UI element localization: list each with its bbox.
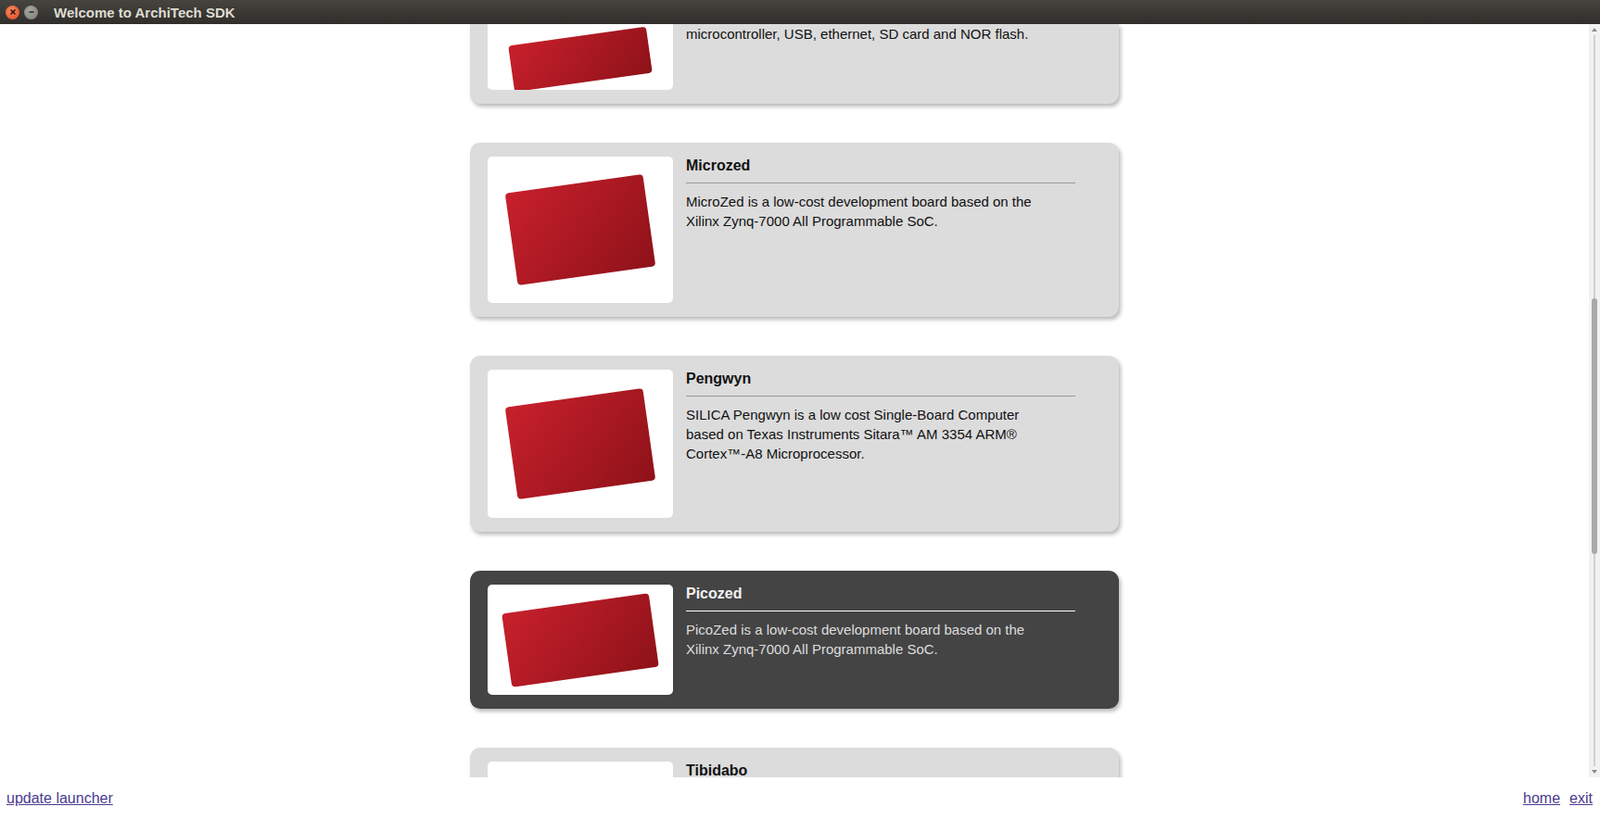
board-card[interactable]: microcontroller, USB, ethernet, SD card …	[469, 24, 1119, 104]
board-card[interactable]: Pengwyn SILICA Pengwyn is a low cost Sing…	[469, 355, 1119, 533]
board-list: microcontroller, USB, ethernet, SD card …	[0, 24, 1589, 778]
footer-link[interactable]: home	[1523, 790, 1561, 808]
launcher-window: Welcome to ArchiTech SDK microcontroller,…	[0, 0, 1600, 819]
board-name: Tibidabo	[685, 761, 1076, 778]
board-description: SILICA Pengwyn is a low cost Single-Boar…	[685, 405, 1076, 464]
board-description: PicoZed is a low-cost development board …	[685, 620, 1076, 660]
board-photo	[487, 156, 674, 304]
board-description: MicroZed is a low-cost development board…	[685, 191, 1076, 231]
board-photo	[487, 584, 674, 696]
board-name: Microzed	[685, 156, 1076, 176]
close-button[interactable]	[5, 5, 20, 20]
footer-link[interactable]: update launcher	[6, 790, 114, 808]
minimize-icon	[26, 7, 37, 17]
scrollbar[interactable]	[1588, 24, 1600, 778]
board-name: Pengwyn	[685, 369, 1076, 389]
board-card[interactable]: Picozed PicoZed is a low-cost development…	[469, 571, 1119, 710]
divider	[685, 610, 1076, 612]
footer-link[interactable]: exit	[1569, 790, 1593, 808]
window-title: Welcome to ArchiTech SDK	[53, 4, 236, 21]
close-icon	[8, 7, 18, 17]
board-card[interactable]: Microzed MicroZed is a low-cost developme…	[469, 142, 1119, 318]
board-photo	[487, 24, 674, 90]
scroll-down-icon[interactable]	[1591, 770, 1598, 775]
board-photo	[487, 761, 674, 778]
board-description: microcontroller, USB, ethernet, SD card …	[685, 24, 1076, 44]
divider	[685, 395, 1076, 397]
footer: update launcher home exit	[0, 777, 1600, 819]
board-card[interactable]: Tibidabo	[469, 748, 1119, 778]
title-bar: Welcome to ArchiTech SDK	[0, 0, 1600, 25]
board-photo	[487, 369, 674, 519]
scroll-up-icon[interactable]	[1591, 27, 1598, 32]
board-name: Picozed	[685, 584, 1076, 604]
minimize-button[interactable]	[24, 5, 39, 20]
divider	[685, 182, 1076, 184]
scroll-thumb[interactable]	[1591, 298, 1598, 555]
